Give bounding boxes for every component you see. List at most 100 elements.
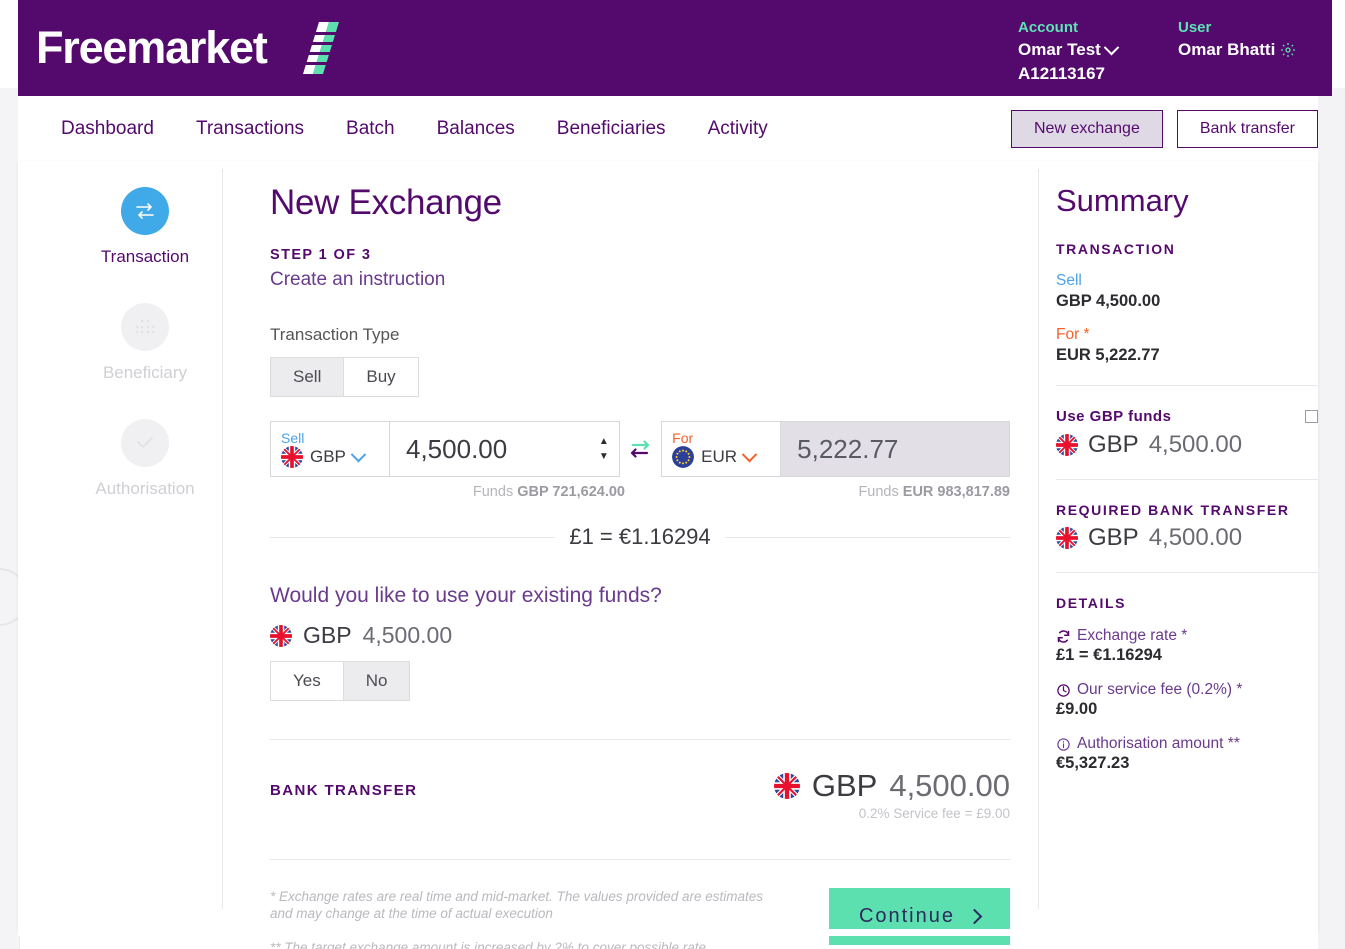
step-label-transaction: Transaction (100, 247, 190, 266)
account-name: Omar Test (1018, 40, 1101, 59)
use-existing-funds-toggle[interactable]: Yes No (270, 661, 411, 701)
user-block[interactable]: User Omar Bhatti (1178, 18, 1296, 62)
bank-transfer-button[interactable]: Bank transfer (1176, 110, 1318, 148)
buy-currency-code: EUR (701, 447, 738, 466)
chevron-right-icon (966, 908, 983, 925)
bank-transfer-label: BANK TRANSFER (270, 782, 418, 799)
continue-label: Continue (858, 905, 955, 927)
chevron-down-icon[interactable] (350, 446, 367, 462)
buy-tag: For (672, 430, 694, 446)
summary-title: Summary (1056, 183, 1189, 218)
brand-logo-mark-icon (303, 22, 339, 74)
nav-item-activity[interactable]: Activity (687, 118, 789, 140)
footnotes: * Exchange rates are real time and mid-m… (270, 888, 770, 949)
nav-item-balances[interactable]: Balances (416, 118, 536, 140)
transaction-type-buy[interactable]: Buy (344, 358, 418, 396)
buy-amount-input[interactable]: 5,222.77 (781, 421, 1010, 477)
transaction-type-toggle[interactable]: Sell Buy (270, 357, 419, 397)
divider-left (270, 536, 556, 538)
nav-actions: New exchange Bank transfer (1011, 110, 1318, 148)
gear-icon[interactable] (1280, 42, 1296, 58)
detail-service-fee-text: Our service fee (0.2%) * (1077, 681, 1243, 698)
existing-funds-currency: GBP (303, 622, 352, 648)
step-authorisation[interactable]: Authorisation (82, 419, 208, 499)
summary-transaction-heading: TRANSACTION (1056, 241, 1176, 257)
details-heading: DETAILS (1056, 595, 1127, 611)
step-transaction[interactable]: Transaction (82, 187, 208, 267)
transaction-type-sell[interactable]: Sell (271, 358, 345, 396)
detail-auth-amount-label: Authorisation amount ** (1056, 735, 1318, 753)
buy-funds: Funds EUR 983,817.89 (625, 484, 1010, 500)
existing-funds-amount-row: GBP 4,500.00 (270, 622, 1010, 649)
nav-item-batch[interactable]: Batch (325, 118, 416, 140)
divider (1056, 479, 1318, 480)
required-transfer-amount-row: GBP 4,500.00 (1056, 524, 1318, 552)
use-funds-yes[interactable]: Yes (271, 662, 344, 700)
step-beneficiary[interactable]: Beneficiary (82, 303, 208, 383)
step-rail: Transaction Beneficiary Authorisation (82, 187, 208, 535)
user-name-row[interactable]: Omar Bhatti (1178, 38, 1296, 62)
sell-funds-prefix: Funds (472, 484, 514, 500)
page-title: New Exchange (270, 183, 502, 222)
app-page: Freemarket Account Omar Test A12113167 U… (0, 0, 1345, 949)
nav-item-transactions[interactable]: Transactions (175, 118, 325, 140)
gb-flag-icon (281, 446, 303, 468)
use-funds-currency: GBP (1088, 431, 1139, 458)
stepper-down-icon[interactable]: ▼ (599, 451, 609, 461)
exchange-inputs: Sell GBP 4,500.00 ▲ ▼ For EUR 5,222.77 (270, 421, 1010, 477)
footnote-2: ** The target exchange amount is increas… (270, 940, 706, 949)
continue-button[interactable]: Continue (828, 888, 1010, 945)
funds-row: Funds GBP 721,624.00 Funds EUR 983,817.8… (270, 484, 1010, 500)
nav-item-beneficiaries[interactable]: Beneficiaries (536, 118, 687, 140)
new-exchange-button[interactable]: New exchange (1011, 110, 1163, 148)
summary-for-value: EUR 5,222.77 (1056, 346, 1160, 364)
buy-currency-select[interactable]: For EUR (661, 421, 782, 477)
account-block[interactable]: Account Omar Test A12113167 (1018, 18, 1120, 86)
swap-currencies-button[interactable] (620, 421, 661, 477)
clock-icon (1057, 683, 1070, 697)
stepper-up-icon[interactable]: ▲ (599, 436, 609, 446)
transaction-type-label: Transaction Type (270, 325, 400, 344)
rail-divider (222, 169, 223, 909)
existing-funds-question: Would you like to use your existing fund… (270, 584, 662, 607)
detail-exchange-rate-label: Exchange rate * (1056, 627, 1318, 645)
detail-service-fee-value: £9.00 (1056, 700, 1098, 718)
divider (270, 859, 1010, 860)
chevron-down-icon[interactable] (1103, 39, 1120, 55)
account-name-row[interactable]: Omar Test (1018, 38, 1120, 62)
step-indicator: STEP 1 OF 3 (270, 247, 372, 263)
use-funds-checkbox[interactable] (1305, 410, 1318, 423)
divider (1056, 572, 1318, 573)
sell-tag: Sell (281, 430, 305, 446)
sell-currency-select[interactable]: Sell GBP (270, 421, 390, 477)
use-funds-label: Use GBP funds (1056, 408, 1172, 425)
form-footer: * Exchange rates are real time and mid-m… (270, 888, 1010, 949)
account-number: A12113167 (1018, 64, 1105, 83)
summary-sell-value: GBP 4,500.00 (1056, 292, 1161, 310)
required-transfer-heading: REQUIRED BANK TRANSFER (1056, 502, 1290, 518)
gb-flag-icon (1056, 527, 1078, 549)
refresh-icon (1057, 629, 1070, 643)
nav-item-dashboard[interactable]: Dashboard (40, 118, 175, 140)
use-funds-no[interactable]: No (343, 662, 410, 700)
detail-service-fee-label: Our service fee (0.2%) * (1056, 681, 1318, 699)
bank-transfer-amount: 4,500.00 (889, 768, 1010, 803)
divider (1056, 385, 1318, 386)
sell-amount-input[interactable]: 4,500.00 ▲ ▼ (390, 421, 620, 477)
sell-amount-value: 4,500.00 (406, 433, 508, 464)
eu-flag-icon (672, 446, 695, 468)
user-label: User (1178, 19, 1212, 36)
step-label-beneficiary: Beneficiary (102, 363, 188, 382)
chevron-down-icon[interactable] (741, 446, 758, 462)
brand-logo[interactable]: Freemarket (36, 22, 268, 74)
user-name: Omar Bhatti (1178, 40, 1276, 59)
summary-divider (1038, 169, 1039, 909)
app-header: Freemarket Account Omar Test A12113167 U… (18, 0, 1332, 96)
sell-funds-value: GBP 721,624.00 (517, 484, 625, 500)
detail-auth-amount-value: €5,327.23 (1056, 754, 1130, 772)
bank-transfer-fee: 0.2% Service fee = £9.00 (858, 806, 1010, 821)
buy-funds-value: EUR 983,817.89 (902, 484, 1010, 500)
buy-funds-prefix: Funds (858, 484, 899, 500)
use-funds-amount-row: GBP 4,500.00 (1056, 431, 1318, 459)
amount-stepper[interactable]: ▲ ▼ (599, 436, 609, 461)
